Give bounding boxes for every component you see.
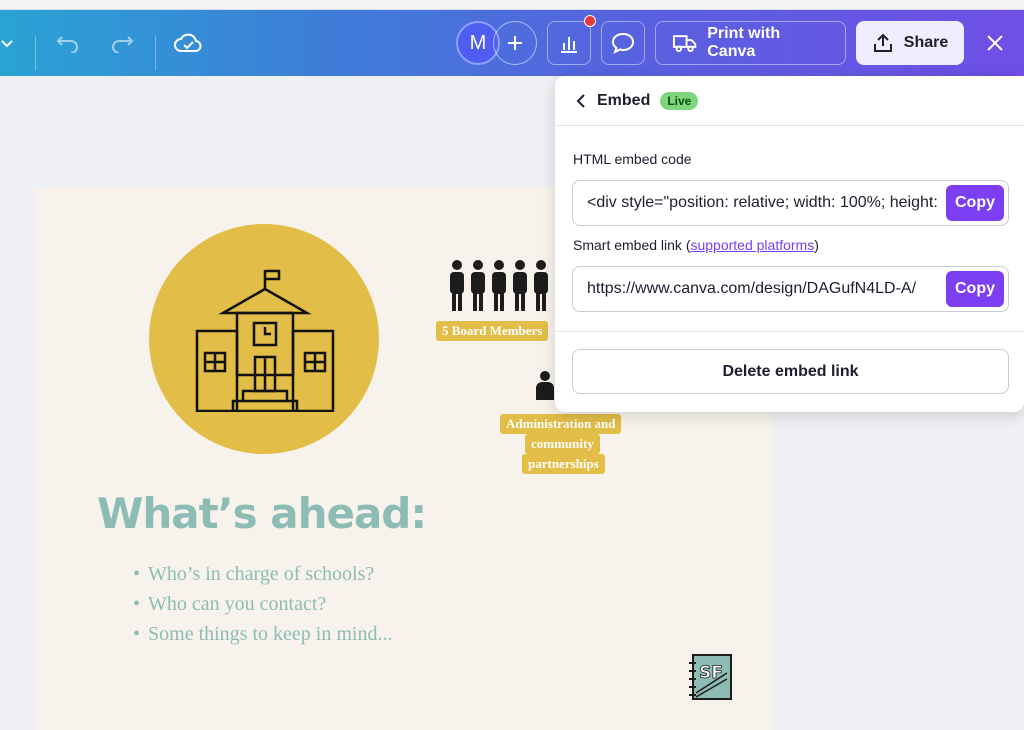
smart-embed-label: Smart embed link (supported platforms): [573, 237, 819, 253]
page-heading: What’s ahead:: [97, 489, 427, 538]
print-label: Print with Canva: [707, 25, 781, 60]
delivery-truck-icon: [672, 35, 697, 53]
admin-tag-line-2: community: [525, 434, 600, 454]
html-embed-field[interactable]: <div style="position: relative; width: 1…: [572, 180, 1009, 226]
embed-panel-header: Embed Live: [555, 76, 1024, 126]
panel-divider: [555, 331, 1024, 332]
delete-embed-link-button[interactable]: Delete embed link: [572, 349, 1009, 394]
list-item: Who’s in charge of schools?: [133, 559, 392, 589]
html-embed-label: HTML embed code: [573, 151, 692, 167]
toolbar-divider: [155, 36, 156, 70]
copy-html-button[interactable]: Copy: [946, 185, 1004, 221]
sf-notebook-logo: SF: [689, 654, 732, 700]
notification-dot: [584, 15, 596, 27]
comment-icon: [611, 32, 635, 54]
smart-embed-label-text: Smart embed link (: [573, 237, 691, 253]
browser-strip: [0, 0, 1024, 10]
cloud-saved-icon[interactable]: [173, 10, 203, 76]
insights-button[interactable]: [547, 21, 591, 65]
supported-platforms-link[interactable]: supported platforms: [690, 237, 814, 253]
chevron-down-icon[interactable]: [0, 10, 14, 76]
close-button[interactable]: [980, 21, 1010, 65]
administrator-person-icon: [536, 371, 554, 400]
copy-link-button[interactable]: Copy: [946, 271, 1004, 307]
agenda-list: Who’s in charge of schools? Who can you …: [133, 559, 392, 649]
share-label: Share: [903, 34, 949, 51]
toolbar-divider: [35, 36, 36, 70]
school-building-icon: [195, 269, 335, 412]
embed-title: Embed: [597, 91, 651, 109]
list-item: Who can you contact?: [133, 589, 392, 619]
list-item: Some things to keep in mind...: [133, 619, 392, 649]
back-chevron-icon[interactable]: [575, 93, 587, 108]
admin-tag-line-1: Administration and: [500, 414, 622, 434]
share-upload-icon: [873, 33, 892, 52]
board-members-tag: 5 Board Members: [436, 321, 549, 341]
board-members-people-icon: [450, 260, 548, 311]
bar-chart-icon: [561, 37, 577, 53]
share-button[interactable]: Share: [856, 21, 964, 65]
smart-embed-url[interactable]: https://www.canva.com/design/DAGufN4LD-A…: [587, 267, 943, 311]
live-status-badge: Live: [660, 91, 699, 110]
embed-panel: Embed Live HTML embed code <div style="p…: [555, 76, 1024, 412]
html-embed-code[interactable]: <div style="position: relative; width: 1…: [587, 181, 943, 225]
comments-button[interactable]: [601, 21, 645, 65]
close-icon: [987, 35, 1003, 51]
plus-icon: [508, 36, 522, 50]
logo-text: SF: [699, 663, 723, 683]
smart-embed-label-close: ): [814, 237, 819, 253]
print-with-canva-button[interactable]: Print with Canva: [655, 21, 846, 65]
admin-tag-line-3: partnerships: [522, 454, 605, 474]
redo-icon[interactable]: [108, 10, 136, 76]
undo-icon[interactable]: [54, 10, 82, 76]
smart-embed-field[interactable]: https://www.canva.com/design/DAGufN4LD-A…: [572, 266, 1009, 312]
add-collaborator-button[interactable]: [493, 21, 537, 65]
